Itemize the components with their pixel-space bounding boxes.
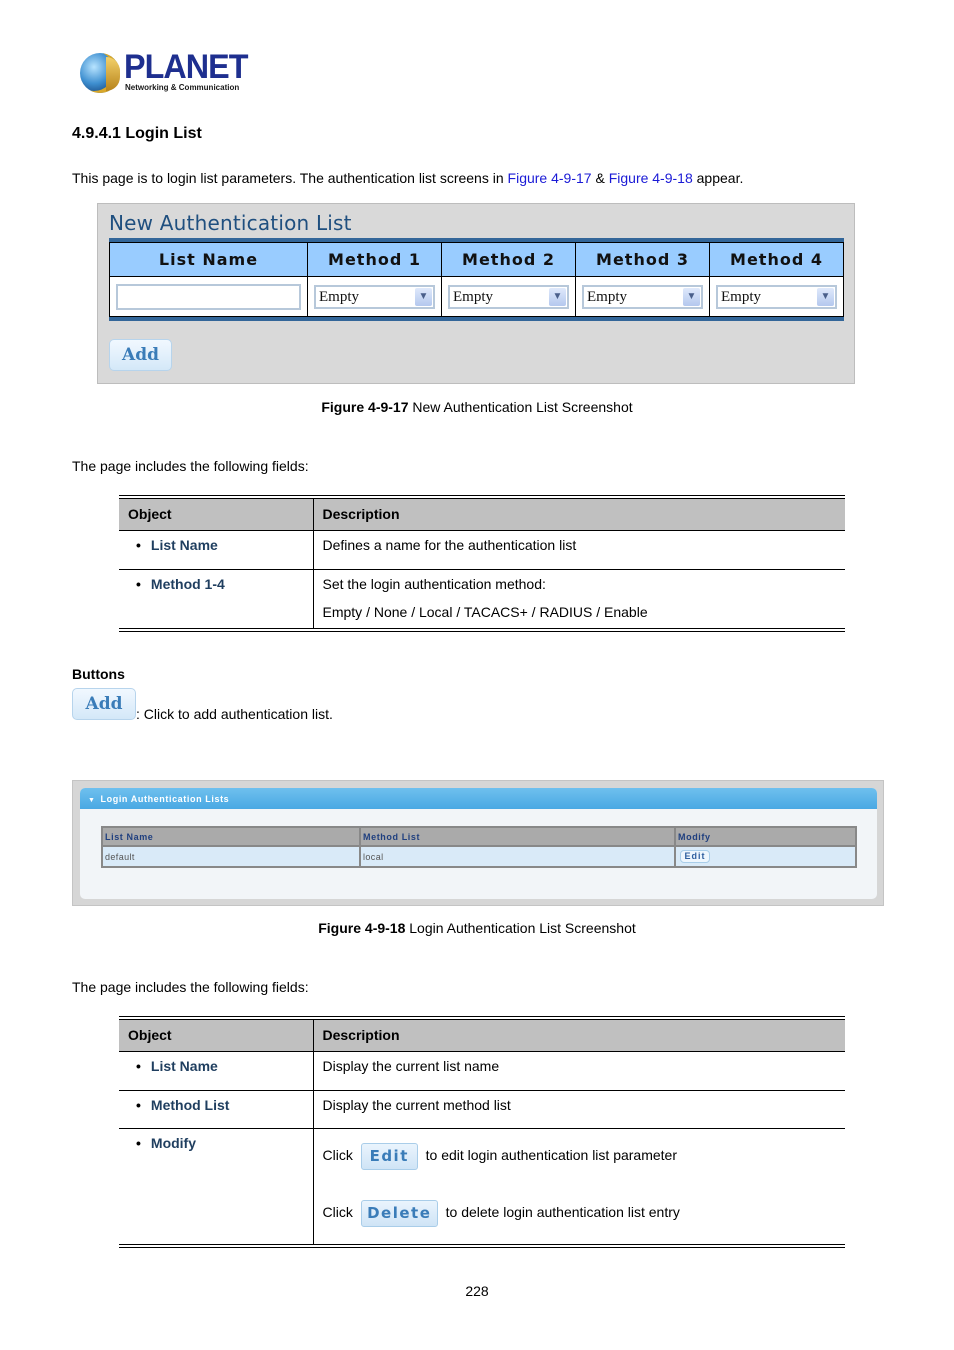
- description-cell: Set the login authentication method: Emp…: [313, 569, 845, 628]
- figure-2-caption: Figure 4-9-18 Login Authentication List …: [0, 920, 954, 936]
- collapse-triangle-icon[interactable]: ▼: [88, 797, 96, 804]
- panel-title: Login Authentication Lists: [100, 794, 230, 804]
- section-title: 4.9.4.1 Login List: [72, 125, 202, 142]
- header-object: Object: [119, 499, 314, 531]
- add-button[interactable]: Add: [109, 339, 172, 371]
- column-header-method-1: Method 1: [307, 242, 442, 277]
- new-authentication-list-screenshot: New Authentication List List Name Method…: [97, 203, 855, 384]
- globe-icon: [80, 53, 120, 93]
- method-4-select[interactable]: Empty ▼: [716, 284, 837, 309]
- edit-button-sample[interactable]: Edit: [360, 1142, 418, 1170]
- chevron-down-icon[interactable]: ▼: [817, 287, 834, 306]
- caption-label: Figure 4-9-17: [321, 399, 409, 415]
- method-1-value: Empty: [319, 288, 359, 305]
- method-4-value: Empty: [721, 288, 761, 305]
- modify-cell: Edit: [675, 845, 855, 866]
- description-line: Set the login authentication method:: [322, 575, 546, 592]
- add-button-sample[interactable]: Add: [72, 688, 136, 720]
- login-auth-table: List Name Method List Modify default loc…: [101, 826, 857, 868]
- figure-1-caption: Figure 4-9-17 New Authentication List Sc…: [0, 399, 954, 415]
- chevron-down-icon[interactable]: ▼: [415, 287, 432, 306]
- login-auth-panel: ▼ Login Authentication Lists List Name Me…: [80, 788, 877, 899]
- table-row: default local Edit: [103, 845, 855, 866]
- description-cell: Display the current method list: [313, 1090, 845, 1129]
- caption-text: Login Authentication List Screenshot: [405, 920, 636, 936]
- edit-button[interactable]: Edit: [680, 850, 710, 863]
- intro-paragraph: This page is to login list parameters. T…: [72, 169, 743, 187]
- edit-description: Click Edit to edit login authentication …: [322, 1142, 837, 1173]
- method-2-value: Empty: [453, 288, 493, 305]
- table-row: Method 1-4 Set the login authentication …: [119, 569, 845, 628]
- chevron-down-icon[interactable]: ▼: [549, 287, 566, 306]
- object-cell: List Name: [119, 530, 314, 570]
- logo-wordmark: PLANET: [124, 48, 248, 86]
- chevron-down-icon[interactable]: ▼: [683, 287, 700, 306]
- list-name-cell: default: [103, 845, 361, 866]
- header-description: Description: [313, 1020, 845, 1052]
- column-header-method-list: Method List: [360, 828, 676, 846]
- table-row: List Name Display the current list name: [119, 1051, 845, 1091]
- intro-suffix: appear.: [692, 170, 744, 186]
- method-3-select[interactable]: Empty ▼: [582, 284, 703, 309]
- description-cell: Defines a name for the authentication li…: [313, 530, 845, 570]
- login-authentication-lists-screenshot: ▼ Login Authentication Lists List Name Me…: [72, 780, 884, 906]
- click-text: Click: [322, 1203, 353, 1220]
- figure-4-9-17-link[interactable]: Figure 4-9-17: [508, 170, 592, 186]
- method-list-cell: local: [360, 845, 676, 866]
- column-header-list-name: List Name: [103, 828, 361, 846]
- fields-intro: The page includes the following fields:: [72, 979, 309, 995]
- table-row: Modify Click Edit to edit login authenti…: [119, 1128, 845, 1244]
- header-description: Description: [313, 499, 845, 531]
- column-header-modify: Modify: [675, 828, 855, 846]
- delete-button-sample[interactable]: Delete: [360, 1199, 438, 1227]
- intro-mid: &: [591, 170, 609, 186]
- fields-table-2: Object Description List Name Display the…: [119, 1016, 845, 1248]
- object-cell: Method List: [119, 1090, 314, 1129]
- fields-table-1: Object Description List Name Defines a n…: [119, 495, 845, 632]
- planet-logo: PLANET Networking & Communication: [78, 48, 248, 96]
- figure-4-9-18-link[interactable]: Figure 4-9-18: [609, 170, 693, 186]
- description-line: Empty / None / Local / TACACS+ / RADIUS …: [322, 603, 648, 620]
- delete-description: Click Delete to delete login authenticat…: [322, 1199, 837, 1230]
- object-cell: Modify: [119, 1128, 314, 1244]
- panel-title: New Authentication List: [109, 211, 352, 235]
- column-header-list-name: List Name: [109, 242, 308, 277]
- delete-desc-text: to delete login authentication list entr…: [445, 1203, 680, 1220]
- description-cell: Display the current list name: [313, 1051, 845, 1091]
- object-cell: Method 1-4: [119, 569, 314, 628]
- column-header-method-4: Method 4: [709, 242, 844, 277]
- list-name-input[interactable]: [116, 283, 301, 310]
- description-cell: Click Edit to edit login authentication …: [313, 1128, 845, 1244]
- column-header-method-2: Method 2: [441, 242, 576, 277]
- intro-text: This page is to login list parameters. T…: [72, 170, 508, 186]
- method-2-select[interactable]: Empty ▼: [448, 284, 569, 309]
- edit-desc-text: to edit login authentication list parame…: [425, 1146, 677, 1163]
- panel-header[interactable]: ▼ Login Authentication Lists: [80, 788, 877, 809]
- caption-label: Figure 4-9-18: [318, 920, 406, 936]
- method-3-value: Empty: [587, 288, 627, 305]
- buttons-heading: Buttons: [72, 666, 125, 682]
- table-row: List Name Defines a name for the authent…: [119, 530, 845, 570]
- add-button-description: : Click to add authentication list.: [136, 706, 333, 722]
- click-text: Click: [322, 1146, 353, 1163]
- new-auth-table: List Name Method 1 Method 2 Method 3 Met…: [109, 238, 844, 321]
- table-row: Method List Display the current method l…: [119, 1090, 845, 1129]
- column-header-method-3: Method 3: [575, 242, 710, 277]
- fields-intro: The page includes the following fields:: [72, 458, 309, 474]
- logo-tagline: Networking & Communication: [125, 83, 240, 92]
- caption-text: New Authentication List Screenshot: [408, 399, 633, 415]
- page-number: 228: [465, 1283, 489, 1299]
- method-1-select[interactable]: Empty ▼: [314, 284, 435, 309]
- object-cell: List Name: [119, 1051, 314, 1091]
- header-object: Object: [119, 1020, 314, 1052]
